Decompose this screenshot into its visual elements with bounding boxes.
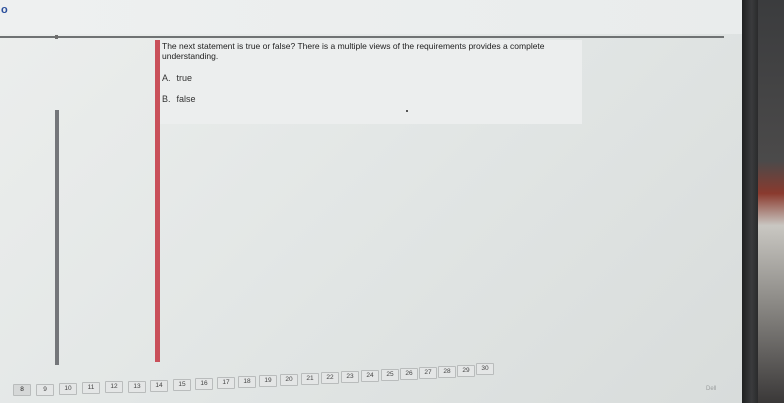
page-button-28[interactable]: 28 xyxy=(438,366,456,378)
page-button-16[interactable]: 16 xyxy=(195,378,213,390)
page-button-12[interactable]: 12 xyxy=(105,381,123,393)
option-b-letter: B. xyxy=(162,94,171,104)
background-room xyxy=(758,0,784,403)
page-button-24[interactable]: 24 xyxy=(361,370,379,382)
page-button-22[interactable]: 22 xyxy=(321,372,339,384)
page-button-29[interactable]: 29 xyxy=(457,365,475,377)
corner-label: o xyxy=(1,4,8,16)
top-banner: o xyxy=(0,0,742,34)
option-a-letter: A. xyxy=(162,73,171,83)
page-button-20[interactable]: 20 xyxy=(280,374,298,386)
page-button-17[interactable]: 17 xyxy=(217,377,235,389)
page-button-9[interactable]: 9 xyxy=(36,384,54,396)
monitor-screen: o The next statement is true or false? T… xyxy=(0,0,742,403)
question-pager: 8 9 10 11 12 13 14 15 16 17 18 19 20 21 … xyxy=(0,355,742,403)
option-a-label: true xyxy=(176,73,193,83)
header-divider xyxy=(0,36,724,38)
page-button-27[interactable]: 27 xyxy=(419,367,437,379)
monitor-brand-mark: Dell xyxy=(706,386,717,392)
page-button-8[interactable]: 8 xyxy=(13,384,31,396)
monitor-bezel xyxy=(742,0,758,403)
page-button-13[interactable]: 13 xyxy=(128,381,146,393)
page-button-19[interactable]: 19 xyxy=(259,375,277,387)
page-button-23[interactable]: 23 xyxy=(341,371,359,383)
question-panel: The next statement is true or false? The… xyxy=(160,40,582,124)
page-button-15[interactable]: 15 xyxy=(173,379,191,391)
page-button-26[interactable]: 26 xyxy=(400,368,418,380)
cursor-dot xyxy=(406,110,408,112)
page-button-21[interactable]: 21 xyxy=(301,373,319,385)
page-button-30[interactable]: 30 xyxy=(476,363,494,375)
page-button-10[interactable]: 10 xyxy=(59,383,77,395)
option-b[interactable]: B. false xyxy=(162,94,196,104)
page-button-11[interactable]: 11 xyxy=(82,382,100,394)
page-button-18[interactable]: 18 xyxy=(238,376,256,388)
question-text: The next statement is true or false? The… xyxy=(162,41,545,61)
option-b-label: false xyxy=(176,94,196,104)
left-panel-scrollbar[interactable] xyxy=(55,110,59,365)
page-button-14[interactable]: 14 xyxy=(150,380,168,392)
page-button-25[interactable]: 25 xyxy=(381,369,399,381)
left-panel-marker xyxy=(55,35,58,39)
option-a[interactable]: A. true xyxy=(162,73,192,83)
